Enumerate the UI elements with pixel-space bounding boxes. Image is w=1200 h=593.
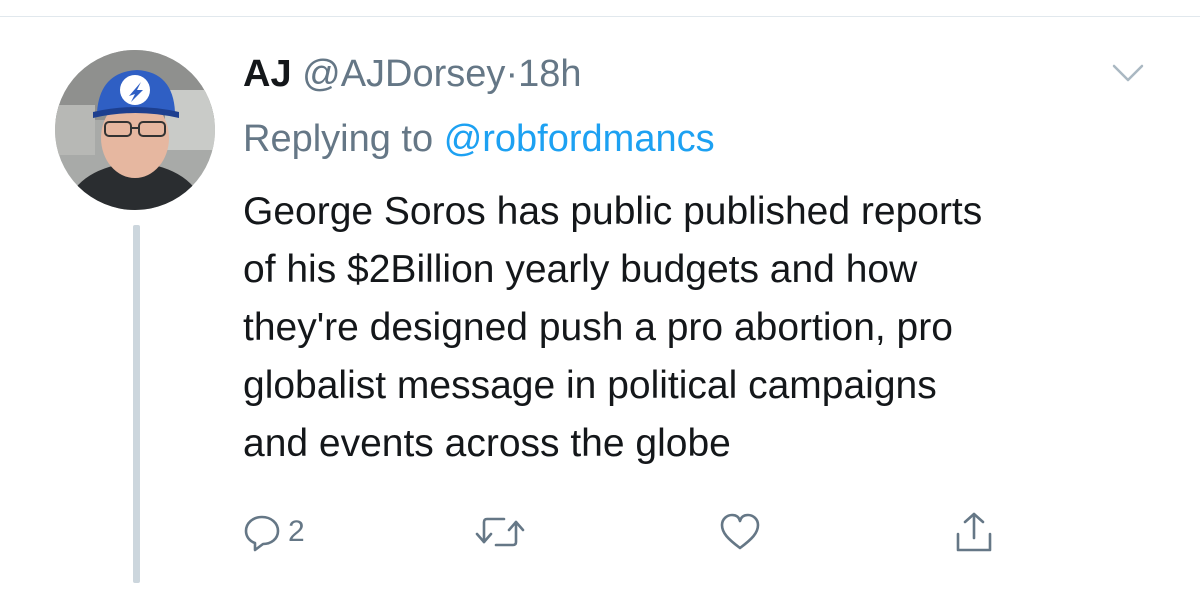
retweet-button[interactable] xyxy=(474,510,526,554)
retweet-icon xyxy=(475,517,525,547)
reply-icon xyxy=(244,515,280,552)
top-divider xyxy=(0,16,1200,17)
share-icon xyxy=(956,512,992,552)
reply-count: 2 xyxy=(288,515,305,548)
tweet-text: George Soros has public published report… xyxy=(243,183,1173,473)
tweet-text-line: and events across the globe xyxy=(243,422,731,465)
replying-to-handle-link[interactable]: @robfordmancs xyxy=(444,118,715,160)
thread-connector-line xyxy=(133,225,140,583)
tweet-text-line: globalist message in political campaigns xyxy=(243,364,937,407)
tweet-header: AJ @AJDorsey·18h xyxy=(243,52,582,96)
replying-to-line: Replying to @robfordmancs xyxy=(243,116,715,162)
chevron-down-icon[interactable] xyxy=(1111,62,1145,84)
reply-button[interactable]: 2 xyxy=(242,510,305,554)
author-name[interactable]: AJ xyxy=(243,53,292,95)
author-handle[interactable]: @AJDorsey xyxy=(302,53,505,95)
avatar[interactable] xyxy=(55,50,215,210)
tweet-text-line: George Soros has public published report… xyxy=(243,190,983,233)
replying-to-label: Replying to xyxy=(243,118,434,160)
avatar-image xyxy=(55,50,215,210)
tweet-timestamp[interactable]: 18h xyxy=(518,53,581,95)
share-button[interactable] xyxy=(952,510,996,554)
heart-icon xyxy=(720,513,760,550)
tweet-text-line: of his $2Billion yearly budgets and how xyxy=(243,248,918,291)
tweet-text-line: they're designed push a pro abortion, pr… xyxy=(243,306,953,349)
separator-dot: · xyxy=(505,53,519,95)
like-button[interactable] xyxy=(718,510,762,554)
